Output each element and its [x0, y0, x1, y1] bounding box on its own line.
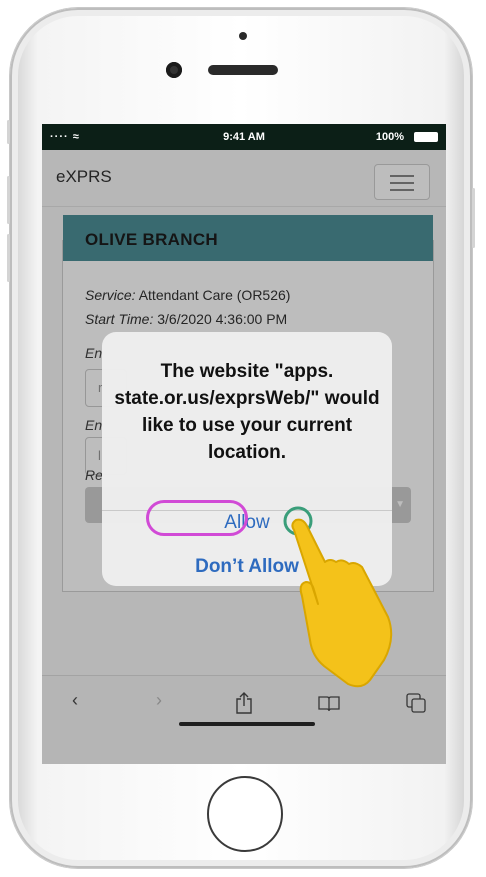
power-button: [472, 188, 475, 248]
battery-icon: [414, 132, 438, 142]
front-camera: [166, 62, 182, 78]
battery-percent: 100%: [375, 131, 404, 143]
proximity-sensor: [239, 32, 247, 40]
alert-message: The website "apps. state.or.us/exprsWeb/…: [114, 361, 380, 463]
home-indicator: [179, 722, 315, 726]
home-button[interactable]: [207, 776, 283, 852]
status-bar: ···· ≈ 9:41 AM 100%: [42, 124, 446, 150]
mute-switch: [7, 120, 10, 144]
volume-up-button: [7, 176, 10, 224]
pointing-hand-icon: [283, 506, 393, 688]
earpiece-speaker: [208, 65, 278, 75]
allow-highlight-ring: [146, 500, 248, 536]
volume-down-button: [7, 234, 10, 282]
